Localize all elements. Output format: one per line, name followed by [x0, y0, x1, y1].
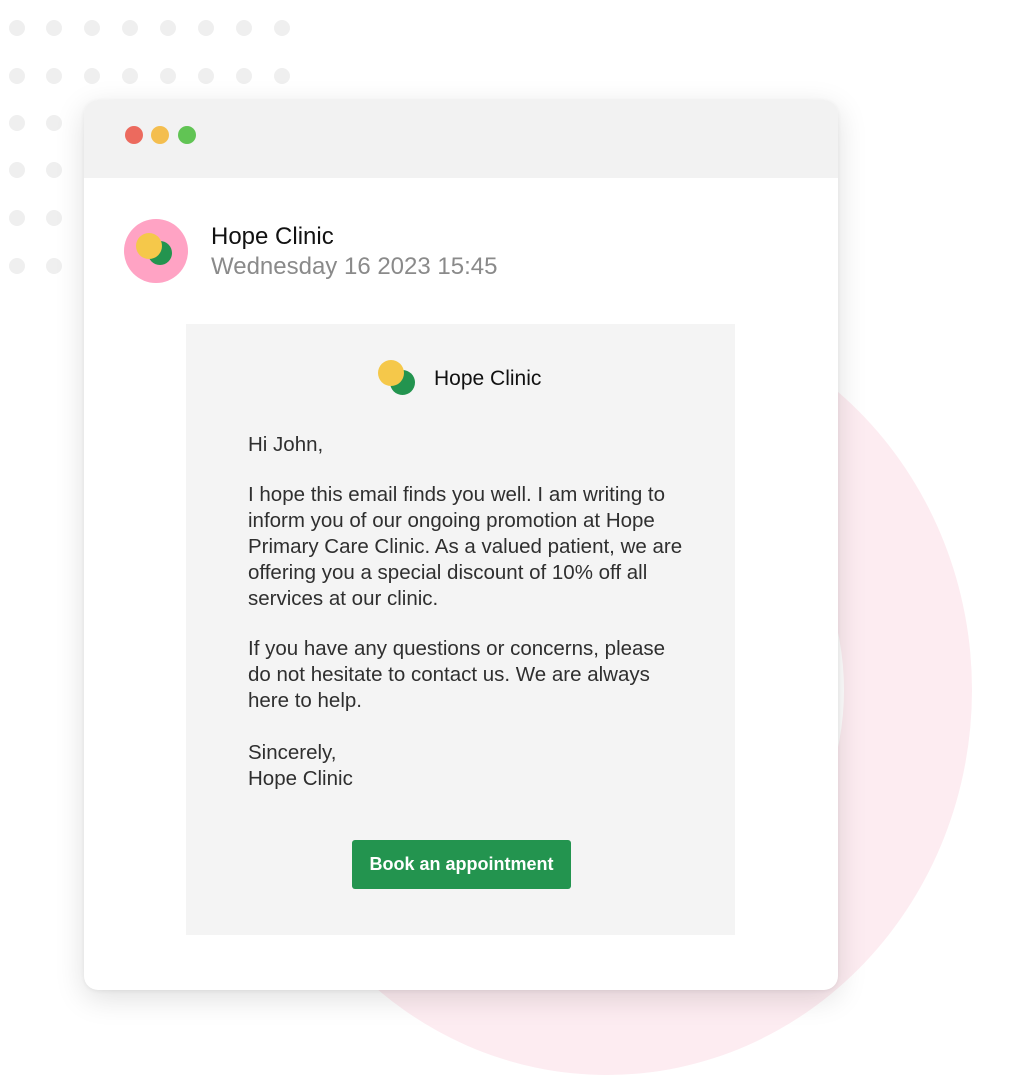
maximize-window-button[interactable] — [178, 126, 196, 144]
decorative-dot — [122, 20, 138, 36]
email-paragraph: If you have any questions or concerns, p… — [248, 637, 666, 712]
email-brand-name: Hope Clinic — [434, 367, 542, 390]
decorative-dot — [9, 68, 25, 84]
decorative-dot — [274, 68, 290, 84]
logo-yellow-circle — [378, 360, 404, 386]
email-paragraph: I hope this email finds you well. I am w… — [248, 483, 683, 610]
clinic-logo-icon — [136, 233, 162, 259]
decorative-dot — [46, 210, 62, 226]
decorative-dot — [236, 20, 252, 36]
page-background: Hope Clinic Wednesday 16 2023 15:45 Hope… — [0, 0, 1024, 1092]
email-brand-header: Hope Clinic — [378, 360, 568, 396]
decorative-dot — [9, 210, 25, 226]
minimize-window-button[interactable] — [151, 126, 169, 144]
decorative-dot — [122, 68, 138, 84]
decorative-dot — [9, 162, 25, 178]
book-appointment-button[interactable]: Book an appointment — [352, 840, 571, 889]
email-window: Hope Clinic Wednesday 16 2023 15:45 Hope… — [84, 100, 838, 990]
decorative-dot — [9, 258, 25, 274]
email-sign-off: Sincerely, — [248, 741, 337, 764]
email-timestamp: Wednesday 16 2023 15:45 — [211, 253, 498, 280]
sender-name: Hope Clinic — [211, 223, 334, 250]
sender-avatar — [124, 219, 188, 283]
clinic-logo-icon — [378, 360, 418, 396]
decorative-dot — [46, 162, 62, 178]
decorative-dot — [9, 20, 25, 36]
close-window-button[interactable] — [125, 126, 143, 144]
decorative-dot — [198, 68, 214, 84]
decorative-dot — [9, 115, 25, 131]
decorative-dot — [236, 68, 252, 84]
email-greeting: Hi John, — [248, 433, 324, 456]
email-signature: Hope Clinic — [248, 767, 353, 790]
decorative-dot — [198, 20, 214, 36]
decorative-dot — [274, 20, 290, 36]
decorative-dot — [46, 115, 62, 131]
decorative-dot — [46, 20, 62, 36]
decorative-dot — [84, 68, 100, 84]
email-body: Hope Clinic Hi John, I hope this email f… — [186, 324, 735, 935]
decorative-dot — [160, 20, 176, 36]
decorative-dot — [46, 258, 62, 274]
decorative-dot — [84, 20, 100, 36]
decorative-dot — [46, 68, 62, 84]
decorative-dot — [160, 68, 176, 84]
window-titlebar — [84, 100, 838, 178]
